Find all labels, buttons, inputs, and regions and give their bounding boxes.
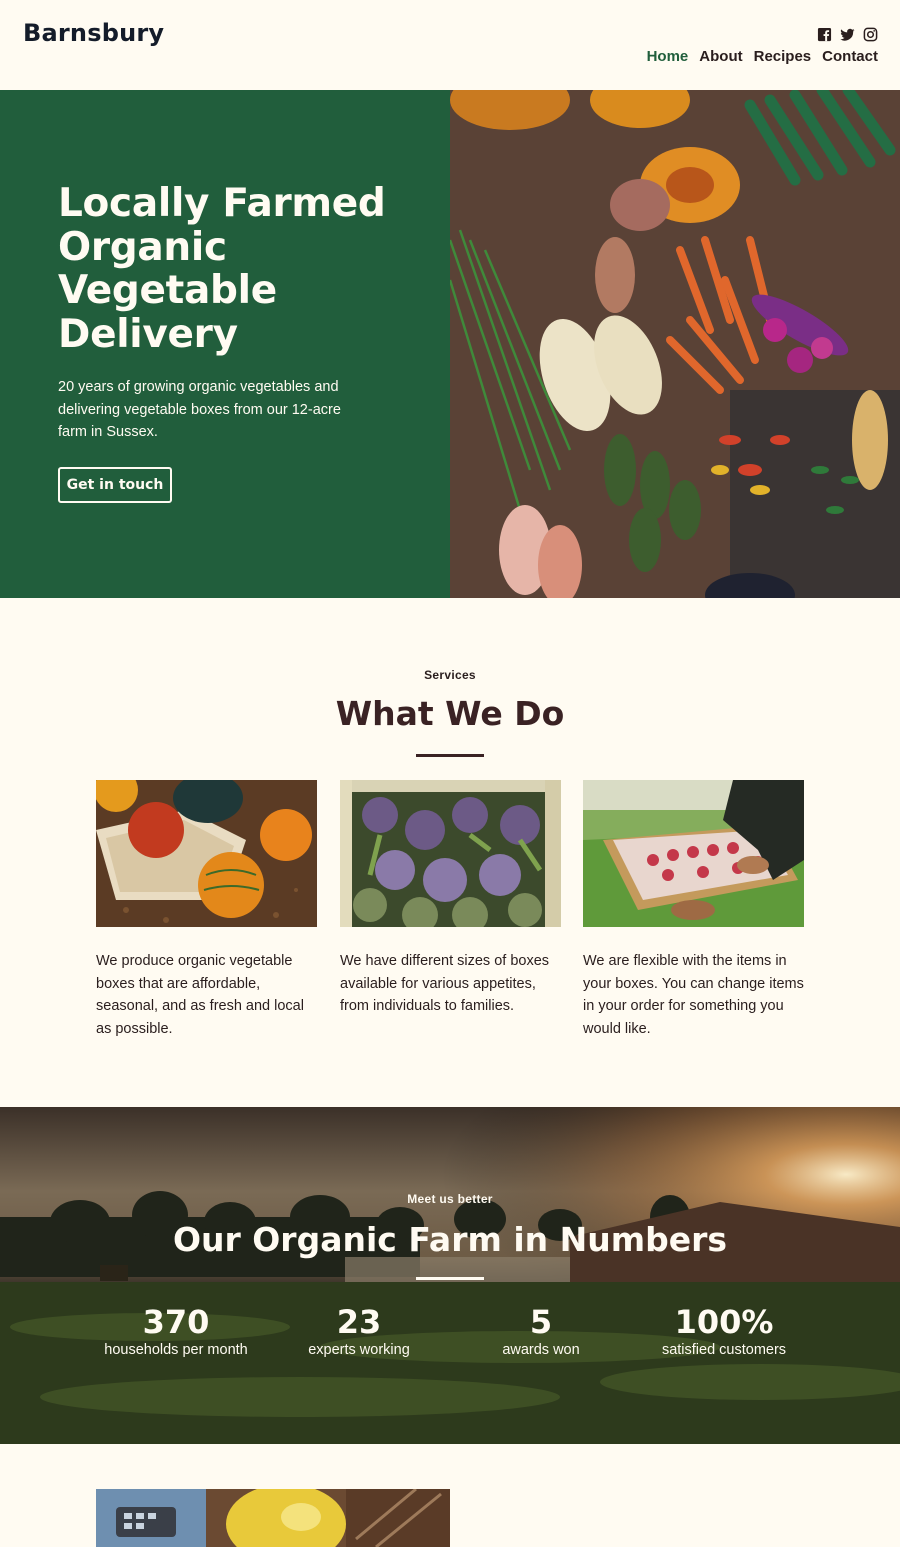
brand-logo[interactable]: Barnsbury xyxy=(23,19,164,47)
service-card-text: We produce organic vegetable boxes that … xyxy=(96,953,304,1037)
hero-panel: Locally Farmed Organic Vegetable Deliver… xyxy=(0,90,450,598)
market-stall-image xyxy=(96,1489,450,1547)
hero-description: 20 years of growing organic vegetables a… xyxy=(58,379,341,440)
twitter-icon[interactable] xyxy=(840,27,855,42)
radish-crate-image xyxy=(583,780,804,927)
main-nav: Home About Recipes Contact xyxy=(647,48,878,65)
service-card-text: We have different sizes of boxes availab… xyxy=(340,953,550,1014)
get-in-touch-button[interactable]: Get in touch xyxy=(58,467,172,503)
facebook-icon[interactable] xyxy=(817,27,832,42)
nav-about[interactable]: About xyxy=(699,48,742,65)
pumpkins-image xyxy=(96,780,317,927)
hero-vegetables-image xyxy=(450,90,900,598)
services-title: What We Do xyxy=(335,694,565,733)
farm-sunset-background xyxy=(0,1107,900,1444)
stat-value: 100% xyxy=(674,1303,774,1341)
stat-experts: 23 experts working xyxy=(259,1302,459,1359)
site-header: Barnsbury Home About Recipes Contact xyxy=(0,0,900,90)
hero-title: Locally Farmed Organic Vegetable Deliver… xyxy=(58,181,386,357)
stat-label: satisfied customers xyxy=(661,1342,787,1358)
stat-satisfaction: 100% satisfied customers xyxy=(624,1302,824,1359)
artichokes-image xyxy=(340,780,561,927)
services-divider xyxy=(416,754,484,757)
numbers-divider xyxy=(416,1277,484,1280)
stat-label: awards won xyxy=(502,1342,580,1358)
stat-value: 5 xyxy=(529,1303,553,1341)
instagram-icon[interactable] xyxy=(863,27,878,42)
stat-label: experts working xyxy=(308,1342,410,1358)
stat-value: 370 xyxy=(142,1303,210,1341)
services-eyebrow: Services xyxy=(424,668,476,682)
nav-contact[interactable]: Contact xyxy=(822,48,878,65)
stat-households: 370 households per month xyxy=(76,1302,276,1359)
numbers-eyebrow: Meet us better xyxy=(407,1192,493,1206)
social-links xyxy=(817,27,878,42)
stat-value: 23 xyxy=(336,1303,382,1341)
nav-home[interactable]: Home xyxy=(647,48,689,65)
stat-label: households per month xyxy=(104,1342,248,1358)
stat-awards: 5 awards won xyxy=(441,1302,641,1359)
nav-recipes[interactable]: Recipes xyxy=(754,48,812,65)
numbers-title: Our Organic Farm in Numbers xyxy=(172,1220,728,1259)
farm-numbers-section: Meet us better Our Organic Farm in Numbe… xyxy=(0,1107,900,1444)
service-card-text: We are flexible with the items in your b… xyxy=(583,953,804,1037)
